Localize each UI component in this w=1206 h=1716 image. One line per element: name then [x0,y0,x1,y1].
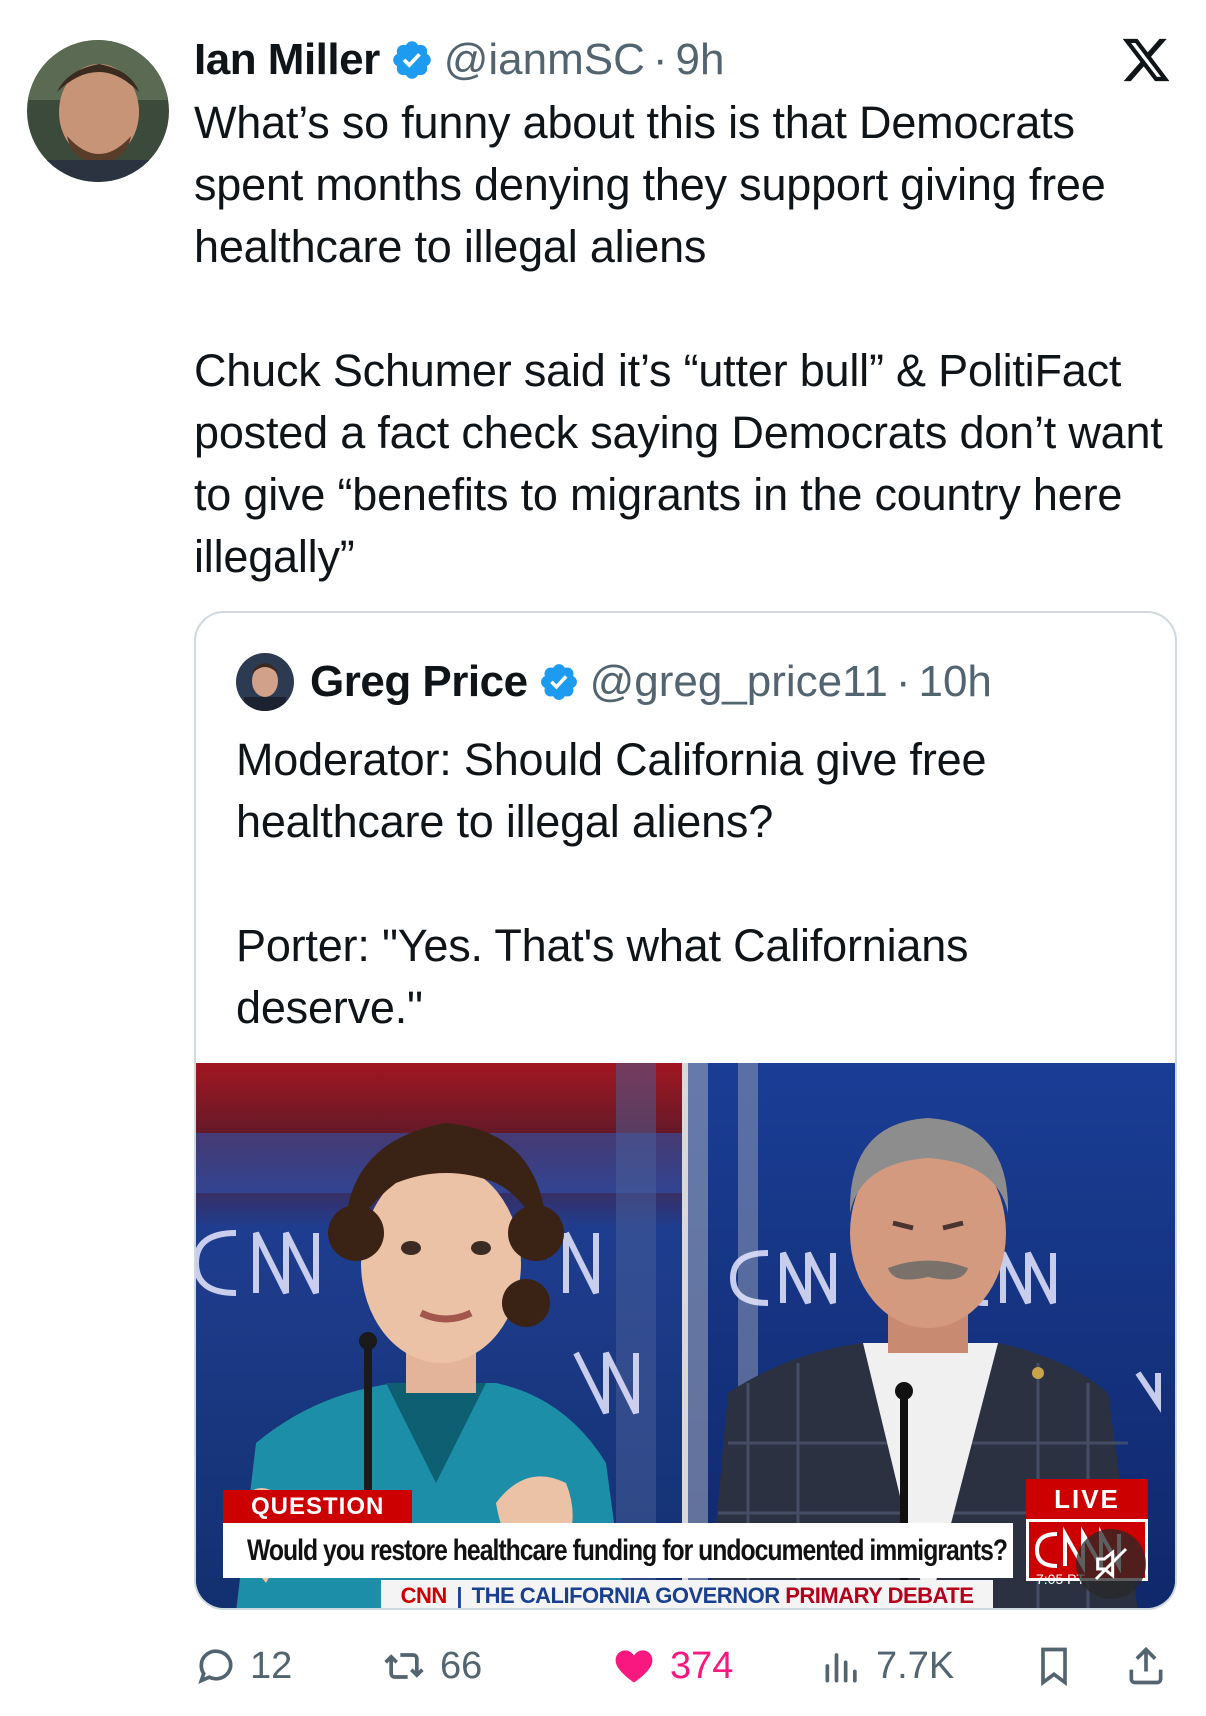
like-button[interactable]: 374 [610,1636,733,1696]
verified-badge-icon [392,41,431,79]
quoted-author-avatar[interactable] [236,653,294,711]
mute-button[interactable] [1076,1529,1146,1599]
quoted-author-name[interactable]: Greg Price [310,657,528,707]
heart-icon [615,1650,653,1683]
tweet-timestamp[interactable]: 9h [676,35,725,85]
debate-title-blue: THE CALIFORNIA GOVERNOR [471,1583,780,1608]
live-badge: LIVE [1026,1479,1148,1519]
tweet-header: Ian Miller @ianmSC · 9h [194,30,725,90]
debate-banner: CNN | THE CALIFORNIA GOVERNOR PRIMARY DE… [381,1580,993,1608]
author-avatar[interactable] [27,40,169,182]
quoted-tweet-header: Greg Price @greg_price11 · 10h [236,653,992,711]
quoted-tweet-timestamp[interactable]: 10h [918,657,991,707]
quoted-author-handle[interactable]: @greg_price11 [590,657,888,707]
quoted-tweet-text: Moderator: Should California give free h… [236,734,987,1033]
reply-button[interactable]: 12 [194,1636,292,1696]
tweet-actions-bar: 12 66 374 7.7K [194,1636,1184,1696]
debate-title-red: PRIMARY DEBATE [785,1583,974,1608]
mute-icon [1094,1547,1128,1581]
share-button[interactable] [1124,1636,1180,1696]
debate-network: CNN [400,1583,448,1608]
repost-button[interactable]: 66 [380,1636,482,1696]
author-handle[interactable]: @ianmSC [444,35,645,85]
video-player[interactable]: QUESTION Would you restore healthcare fu… [196,1063,1175,1608]
reply-count: 12 [250,1644,293,1687]
question-chyron: Would you restore healthcare funding for… [223,1523,1013,1578]
tweet-text: What’s so funny about this is that Democ… [194,97,1163,582]
repost-count: 66 [440,1644,483,1687]
author-name[interactable]: Ian Miller [194,35,380,85]
views-count: 7.7K [876,1644,955,1687]
like-count: 374 [670,1644,734,1687]
bookmark-button[interactable] [1032,1636,1088,1696]
x-logo-icon [1122,38,1170,82]
repost-icon [384,1653,424,1679]
reply-icon [198,1649,233,1685]
question-tag: QUESTION [223,1490,413,1523]
views-button[interactable]: 7.7K [820,1636,954,1696]
quoted-tweet-card[interactable]: Greg Price @greg_price11 · 10h Moderator… [194,611,1177,1610]
separator-dot: · [652,35,668,84]
share-icon [1129,1646,1163,1685]
bookmark-icon [1041,1647,1067,1687]
views-icon [825,1653,857,1683]
verified-badge-icon [540,664,577,700]
separator-dot: · [895,657,911,706]
